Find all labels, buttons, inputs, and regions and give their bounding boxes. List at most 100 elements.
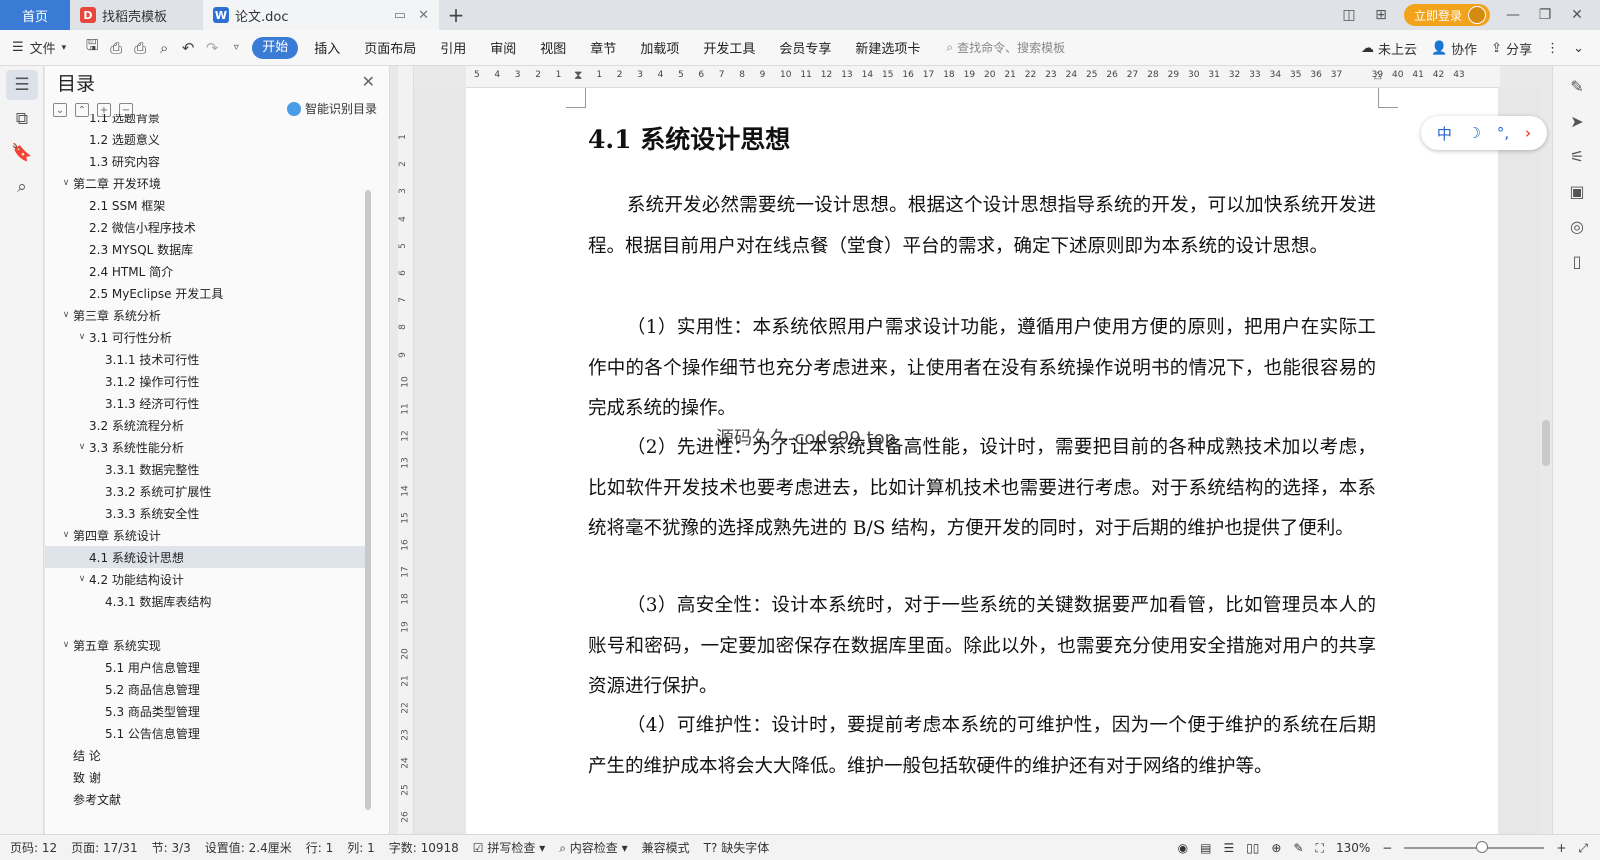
chevron-down-icon[interactable]: ∨ <box>75 574 89 584</box>
zoom-out-icon[interactable]: − <box>1382 841 1392 855</box>
print-icon[interactable]: ⎙ <box>128 37 152 59</box>
toc-item[interactable]: 3.1.2 操作可行性 <box>45 370 370 392</box>
toc-item[interactable]: 3.3.2 系统可扩展性 <box>45 480 370 502</box>
zoom-slider[interactable] <box>1404 841 1545 853</box>
share-button[interactable]: ⇪ 分享 <box>1491 39 1532 58</box>
toc-item[interactable]: 4.3.1 数据库表结构 <box>45 590 370 612</box>
spell-check-button[interactable]: ☑ 拼写检查 ▾ <box>473 839 545 856</box>
document-scrollbar[interactable] <box>1542 420 1550 466</box>
restore-icon[interactable]: ❐ <box>1536 7 1554 23</box>
status-col[interactable]: 列: 1 <box>347 839 375 856</box>
minimize-icon[interactable]: — <box>1504 7 1522 23</box>
bookmark-icon[interactable]: 🔖 <box>6 138 38 168</box>
paragraph[interactable]: 系统开发必然需要统一设计思想。根据这个设计思想指导系统的开发，可以加快系统开发进… <box>588 186 1376 267</box>
ime-toolbar[interactable]: 中 ☽ °, › <box>1421 116 1547 150</box>
toc-item[interactable]: ∨ 第五章 系统实现 <box>45 634 370 656</box>
toc-item[interactable]: 2.4 HTML 简介 <box>45 260 370 282</box>
punctuation-icon[interactable]: °, <box>1497 124 1509 142</box>
status-section[interactable]: 节: 3/3 <box>152 839 191 856</box>
indent-marker-icon[interactable]: ⧗ <box>574 68 582 83</box>
status-word-count[interactable]: 字数: 10918 <box>389 839 459 856</box>
redo-icon[interactable]: ↷ <box>200 37 224 59</box>
file-menu[interactable]: ☰ 文件 ▾ <box>12 38 66 57</box>
collaborate-button[interactable]: 👤 协作 <box>1431 39 1477 58</box>
ribbon-tab-new[interactable]: 新建选项卡 <box>843 38 932 57</box>
chevron-down-icon[interactable]: ∨ <box>59 530 73 540</box>
more-vertical-icon[interactable]: ⋮ <box>1546 41 1559 56</box>
web-view-icon[interactable]: ⊕ <box>1271 841 1281 855</box>
ribbon-tab-addins[interactable]: 加载项 <box>628 38 691 57</box>
image-icon[interactable]: ▣ <box>1560 176 1594 206</box>
ribbon-tab-insert[interactable]: 插入 <box>302 38 352 57</box>
toc-item[interactable]: 1.2 选题意义 <box>45 128 370 150</box>
book-icon[interactable]: ▯ <box>1560 246 1594 276</box>
toc-item[interactable]: 3.2 系统流程分析 <box>45 414 370 436</box>
toc-item[interactable]: ∨ 3.1 可行性分析 <box>45 326 370 348</box>
new-tab-plus-icon[interactable]: + <box>439 0 473 30</box>
missing-font-button[interactable]: T? 缺失字体 <box>704 839 770 856</box>
compat-mode-label[interactable]: 兼容模式 <box>642 839 690 856</box>
chevron-down-icon[interactable]: ∨ <box>59 310 73 320</box>
export-pdf-icon[interactable]: ⎙ <box>104 37 128 59</box>
toc-scrollbar[interactable] <box>365 190 371 810</box>
zoom-level[interactable]: 130% <box>1336 841 1370 855</box>
reading-view-icon[interactable]: ▯▯ <box>1246 841 1259 855</box>
content-check-button[interactable]: ⌕ 内容检查 ▾ <box>559 839 627 856</box>
toc-item[interactable]: 5.1 公告信息管理 <box>45 722 370 744</box>
toc-item[interactable]: 2.3 MYSQL 数据库 <box>45 238 370 260</box>
write-mode-icon[interactable]: ✎ <box>1293 841 1303 855</box>
page-view-icon[interactable]: ▤ <box>1200 841 1211 855</box>
cursor-icon[interactable]: ➤ <box>1560 106 1594 136</box>
fullscreen-icon[interactable]: ⤢ <box>1578 841 1588 856</box>
tab-docer-templates[interactable]: D 找稻壳模板 <box>70 0 203 30</box>
cloud-status-button[interactable]: ☁ 未上云 <box>1361 39 1417 58</box>
chevron-down-icon[interactable]: ∨ <box>75 442 89 452</box>
tab-pin-icon[interactable]: ▭ <box>394 8 406 23</box>
location-icon[interactable]: ◎ <box>1560 211 1594 241</box>
toc-item[interactable]: ∨ 第二章 开发环境 <box>45 172 370 194</box>
command-search[interactable]: ⌕ 查找命令、搜索模板 <box>946 39 1065 56</box>
paragraph[interactable]: （4）可维护性：设计时，要提前考虑本系统的可维护性，因为一个便于维护的系统在后期… <box>588 706 1376 787</box>
toc-item[interactable]: ∨ 4.2 功能结构设计 <box>45 568 370 590</box>
layout-toggle-icon[interactable]: ◫ <box>1340 7 1358 23</box>
ribbon-tab-chapter[interactable]: 章节 <box>578 38 628 57</box>
collapse-ribbon-icon[interactable]: ⌄ <box>1573 41 1584 56</box>
ribbon-tab-member[interactable]: 会员专享 <box>767 38 843 57</box>
sliders-icon[interactable]: ⚟ <box>1560 141 1594 171</box>
toc-item[interactable]: 5.3 商品类型管理 <box>45 700 370 722</box>
close-window-icon[interactable]: ✕ <box>1568 7 1586 23</box>
chapter-nav-icon[interactable]: ⧉ <box>6 104 38 134</box>
toc-item[interactable]: 5.1 用户信息管理 <box>45 656 370 678</box>
quick-access-more-icon[interactable]: ▿ <box>224 37 248 59</box>
toc-item[interactable]: 1.1 选题背景 <box>45 114 370 128</box>
toc-item[interactable]: 致 谢 <box>45 766 370 788</box>
tab-close-icon[interactable]: ✕ <box>418 8 429 23</box>
status-page-code[interactable]: 页码: 12 <box>10 839 57 856</box>
ime-mode-label[interactable]: 中 <box>1437 123 1452 144</box>
toc-item[interactable]: 2.1 SSM 框架 <box>45 194 370 216</box>
toc-item[interactable]: 5.2 商品信息管理 <box>45 678 370 700</box>
toc-item[interactable]: ∨ 第四章 系统设计 <box>45 524 370 546</box>
toc-item[interactable]: 3.3.1 数据完整性 <box>45 458 370 480</box>
find-icon[interactable]: ⌕ <box>6 172 38 202</box>
toc-item[interactable]: 2.5 MyEclipse 开发工具 <box>45 282 370 304</box>
apps-grid-icon[interactable]: ⊞ <box>1372 7 1390 23</box>
pen-icon[interactable]: ✎ <box>1560 71 1594 101</box>
horizontal-ruler[interactable]: 5 4 3 2 1 1 2 3 4 5 6 7 8 9 10 11 12 13 14 15 16 17 18 19 20 21 22… <box>466 66 1500 88</box>
ribbon-tab-references[interactable]: 引用 <box>428 38 478 57</box>
toc-item[interactable]: 3.3.3 系统安全性 <box>45 502 370 524</box>
fit-page-icon[interactable]: ⛶ <box>1316 841 1324 856</box>
ribbon-tab-layout[interactable]: 页面布局 <box>352 38 428 57</box>
tab-home[interactable]: 首页 <box>0 0 70 30</box>
section-heading[interactable]: 4.1 系统设计思想 <box>588 120 790 156</box>
ribbon-tab-home[interactable]: 开始 <box>252 36 299 59</box>
toc-item[interactable]: 结 论 <box>45 744 370 766</box>
paragraph[interactable]: （2）先进性：为了让本系统具备高性能，设计时，需要把目前的各种成熟技术加以考虑，… <box>588 428 1376 550</box>
undo-icon[interactable]: ↶ <box>176 37 200 59</box>
toc-item[interactable]: 2.2 微信小程序技术 <box>45 216 370 238</box>
chevron-down-icon[interactable]: ∨ <box>59 640 73 650</box>
toc-item[interactable]: 3.1.3 经济可行性 <box>45 392 370 414</box>
status-row[interactable]: 行: 1 <box>306 839 334 856</box>
toc-item[interactable]: 3.1.1 技术可行性 <box>45 348 370 370</box>
toc-item[interactable]: ∨ 第三章 系统分析 <box>45 304 370 326</box>
